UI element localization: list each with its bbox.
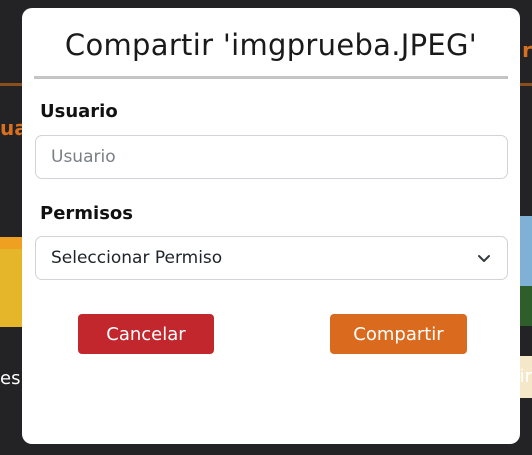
permission-select-value: Seleccionar Permiso bbox=[51, 248, 223, 268]
background-file-card-left bbox=[0, 237, 24, 327]
share-button[interactable]: Compartir bbox=[330, 314, 467, 354]
background-file-label-right: ir bbox=[519, 366, 532, 387]
user-label: Usuario bbox=[40, 101, 118, 122]
chevron-down-icon bbox=[476, 250, 492, 266]
background-file-label-left: es bbox=[0, 368, 21, 389]
background-file-card-right bbox=[518, 216, 532, 326]
title-divider bbox=[34, 76, 508, 79]
user-input[interactable] bbox=[35, 135, 508, 179]
permission-select[interactable]: Seleccionar Permiso bbox=[35, 236, 508, 280]
cancel-button[interactable]: Cancelar bbox=[78, 314, 214, 354]
share-modal: Compartir 'imgprueba.JPEG' Usuario Permi… bbox=[22, 8, 520, 444]
permission-label: Permisos bbox=[40, 203, 133, 224]
modal-title: Compartir 'imgprueba.JPEG' bbox=[64, 28, 478, 62]
background-heading-right: r bbox=[522, 38, 532, 62]
